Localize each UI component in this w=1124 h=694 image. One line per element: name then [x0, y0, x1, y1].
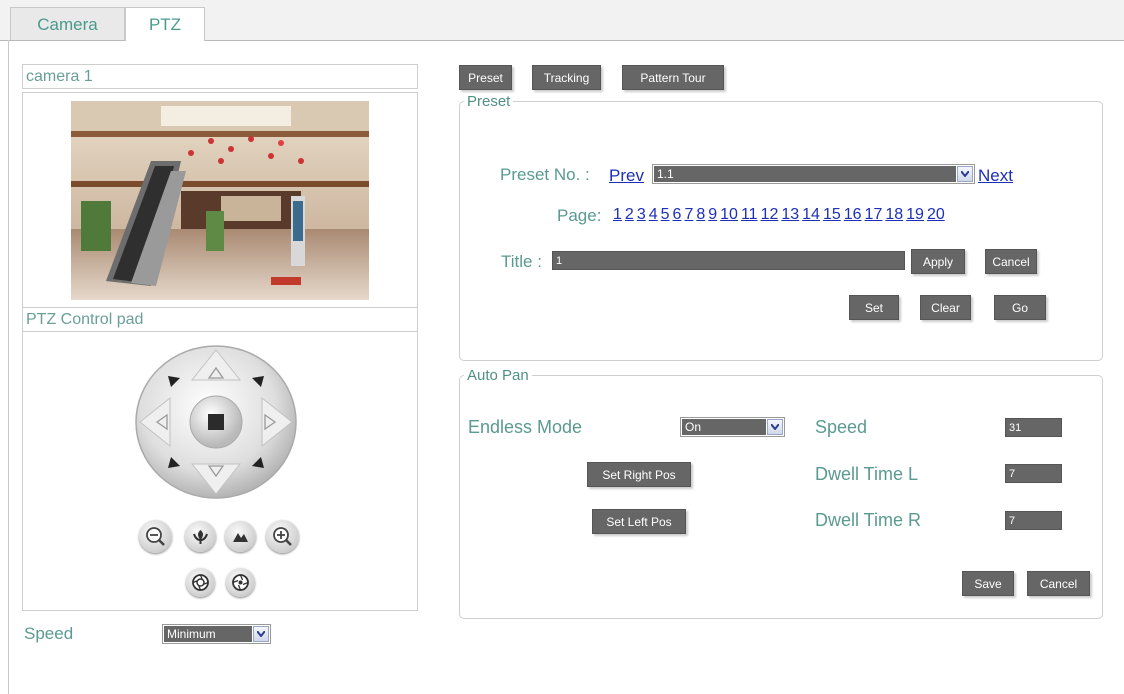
prev-link[interactable]: Prev	[609, 166, 644, 186]
next-link[interactable]: Next	[978, 166, 1013, 186]
page-link-17[interactable]: 17	[865, 206, 883, 223]
title-label: Title :	[501, 252, 542, 271]
preset-no-label: Preset No. :	[500, 165, 590, 184]
endless-mode-select[interactable]: On	[680, 417, 785, 437]
tab-bar: Camera PTZ	[0, 0, 1124, 41]
page-link-5[interactable]: 5	[661, 206, 670, 223]
camera-preview-image	[71, 101, 369, 300]
speed-select-value: Minimum	[164, 626, 252, 642]
set-button[interactable]: Set	[849, 295, 899, 320]
preset-cancel-button[interactable]: Cancel	[985, 249, 1037, 274]
page-link-11[interactable]: 11	[741, 206, 758, 223]
title-input[interactable]: 1	[552, 251, 905, 270]
page-link-13[interactable]: 13	[781, 206, 799, 223]
iris-open-icon[interactable]	[226, 568, 255, 597]
page-link-12[interactable]: 12	[761, 206, 779, 223]
preset-button[interactable]: Preset	[459, 65, 512, 90]
preset-group: Preset	[459, 93, 1103, 361]
tab-ptz[interactable]: PTZ	[125, 7, 205, 41]
page-link-20[interactable]: 20	[927, 206, 945, 223]
auto-pan-cancel-button[interactable]: Cancel	[1027, 571, 1090, 596]
dwell-time-r-input[interactable]: 7	[1005, 511, 1062, 530]
camera-title: camera 1	[22, 64, 418, 89]
save-button[interactable]: Save	[962, 571, 1014, 596]
page-link-15[interactable]: 15	[823, 206, 841, 223]
dwell-time-r-label: Dwell Time R	[815, 510, 922, 530]
page-label: Page:	[557, 206, 602, 225]
endless-mode-value: On	[682, 419, 766, 435]
pattern-tour-button[interactable]: Pattern Tour	[622, 65, 724, 90]
page-link-18[interactable]: 18	[885, 206, 903, 223]
page-link-19[interactable]: 19	[906, 206, 924, 223]
page-link-1[interactable]: 1	[613, 206, 622, 223]
page-link-16[interactable]: 16	[844, 206, 862, 223]
control-pad-title: PTZ Control pad	[22, 307, 418, 332]
chevron-down-icon	[767, 419, 783, 435]
page-link-4[interactable]: 4	[649, 206, 658, 223]
ptz-direction-pad[interactable]	[131, 342, 301, 502]
page-link-10[interactable]: 10	[720, 206, 738, 223]
set-right-pos-button[interactable]: Set Right Pos	[587, 462, 691, 487]
page-link-9[interactable]: 9	[708, 206, 717, 223]
chevron-down-icon	[253, 626, 269, 642]
chevron-down-icon	[957, 166, 973, 182]
zoom-in-icon[interactable]	[266, 520, 299, 553]
page-link-7[interactable]: 7	[684, 206, 693, 223]
set-left-pos-button[interactable]: Set Left Pos	[592, 509, 686, 534]
page-link-2[interactable]: 2	[625, 206, 634, 223]
tracking-button[interactable]: Tracking	[532, 65, 601, 90]
dwell-time-l-label: Dwell Time L	[815, 464, 919, 484]
zoom-out-icon[interactable]	[139, 520, 172, 553]
focus-near-icon[interactable]	[185, 521, 216, 552]
page-link-8[interactable]: 8	[696, 206, 705, 223]
auto-pan-speed-input[interactable]: 31	[1005, 418, 1062, 437]
left-border	[8, 40, 9, 694]
page-links: 1 2 3 4 5 6 7 8 9 10 11 12 13 14 15 16 17 18 19 20	[613, 206, 948, 224]
auto-pan-legend: Auto Pan	[467, 367, 529, 384]
iris-close-icon[interactable]	[186, 568, 215, 597]
preset-legend: Preset	[467, 93, 511, 110]
tab-camera[interactable]: Camera	[10, 7, 125, 40]
speed-label: Speed	[24, 624, 74, 643]
focus-far-icon[interactable]	[225, 521, 256, 552]
page-link-6[interactable]: 6	[673, 206, 682, 223]
page-link-14[interactable]: 14	[802, 206, 820, 223]
go-button[interactable]: Go	[994, 295, 1046, 320]
auto-pan-speed-label: Speed	[815, 417, 868, 437]
preset-no-value: 1.1	[654, 166, 956, 182]
endless-mode-label: Endless Mode	[468, 417, 583, 437]
speed-select[interactable]: Minimum	[162, 624, 271, 644]
page-link-3[interactable]: 3	[637, 206, 646, 223]
dwell-time-l-input[interactable]: 7	[1005, 464, 1062, 483]
clear-button[interactable]: Clear	[920, 295, 971, 320]
apply-button[interactable]: Apply	[911, 249, 965, 274]
preset-no-select[interactable]: 1.1	[652, 164, 975, 184]
